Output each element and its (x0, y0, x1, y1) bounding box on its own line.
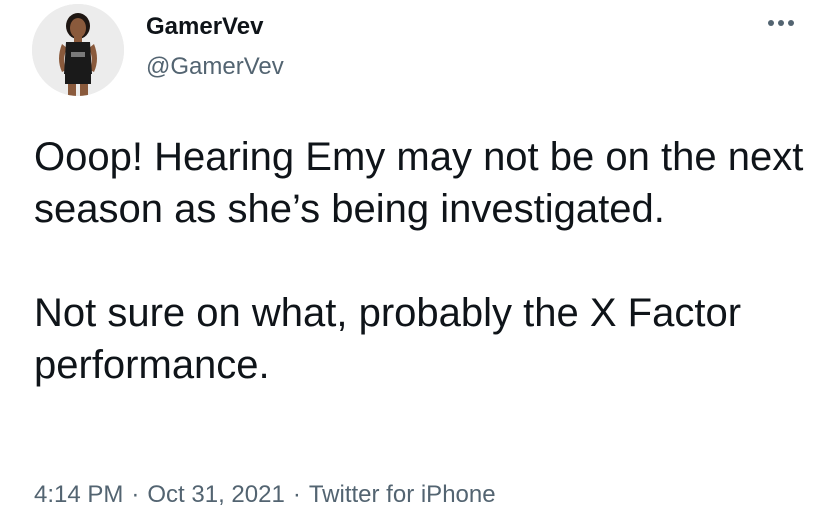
author-display-name[interactable]: GamerVev (146, 12, 284, 42)
meta-separator: · (292, 481, 301, 508)
more-options-icon[interactable] (768, 18, 794, 28)
author-handle[interactable]: @GamerVev (146, 52, 284, 82)
dot-icon (768, 20, 774, 26)
dot-icon (778, 20, 784, 26)
dot-icon (788, 20, 794, 26)
tweet-date[interactable]: Oct 31, 2021 (147, 481, 284, 508)
tweet-text: Ooop! Hearing Emy may not be on the next… (34, 131, 804, 391)
author-info: GamerVev @GamerVev (146, 12, 284, 82)
tweet-paragraph: Ooop! Hearing Emy may not be on the next… (34, 135, 804, 231)
tweet-time[interactable]: 4:14 PM (34, 481, 123, 508)
tweet-source[interactable]: Twitter for iPhone (309, 481, 496, 508)
meta-separator: · (131, 481, 140, 508)
tweet-paragraph: Not sure on what, probably the X Factor … (34, 291, 742, 387)
avatar[interactable] (32, 4, 124, 96)
tweet-card: GamerVev @GamerVev Ooop! Hearing Emy may… (0, 0, 828, 512)
tweet-metadata: 4:14 PM · Oct 31, 2021 · Twitter for iPhone (34, 480, 496, 510)
